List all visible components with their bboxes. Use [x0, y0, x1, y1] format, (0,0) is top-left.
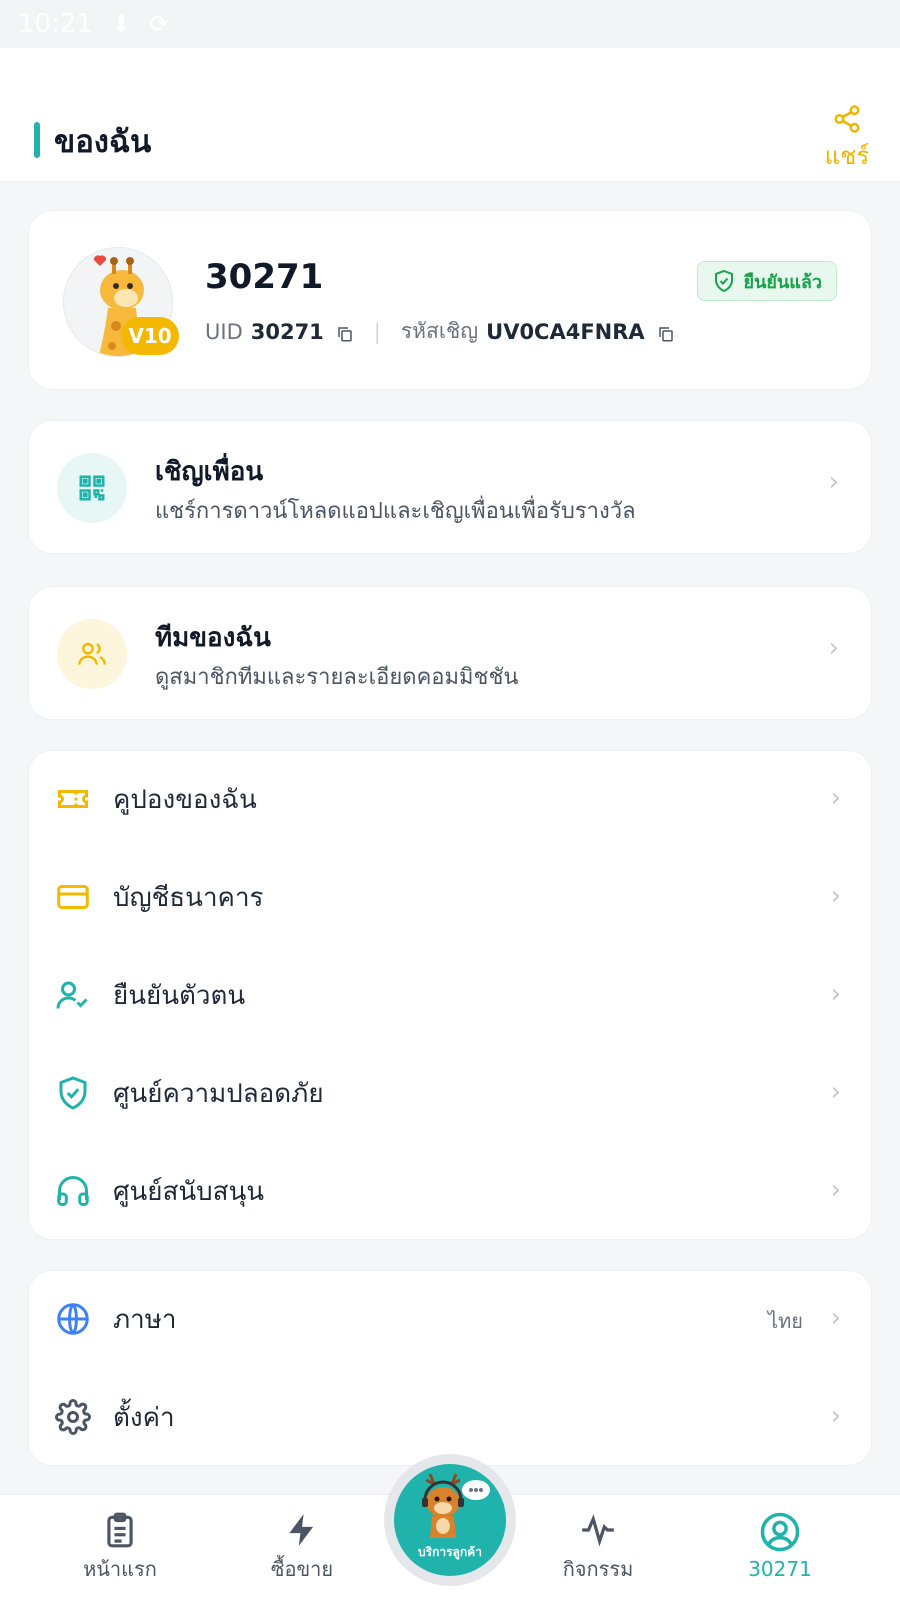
chevron-right-icon: ›: [830, 1077, 841, 1107]
invite-friends-card[interactable]: เชิญเพื่อน แชร์การดาวน์โหลดแอปและเชิญเพื…: [28, 420, 872, 554]
avatar[interactable]: V10: [63, 247, 179, 357]
nav-activity[interactable]: กิจกรรม: [538, 1511, 658, 1585]
verified-label: ยืนยันแล้ว: [743, 271, 822, 293]
invite-friends-subtitle: แชร์การดาวน์โหลดแอปและเชิญเพื่อนเพื่อรับ…: [155, 499, 636, 524]
menu-list: คูปองของฉัน › บัญชีธนาคาร › ยืนยันตัวตน …: [28, 750, 872, 1240]
menu-item-label: ตั้งค่า: [113, 1403, 175, 1433]
menu-item-coupons[interactable]: คูปองของฉัน ›: [29, 751, 873, 849]
uid-value: 30271: [250, 319, 324, 344]
user-check-icon: [56, 981, 88, 1009]
menu-item-bank-account[interactable]: บัญชีธนาคาร ›: [29, 849, 873, 947]
credit-card-icon: [57, 885, 89, 909]
download-icon: ⬇: [110, 10, 132, 38]
chevron-right-icon: ›: [828, 467, 839, 497]
nav-activity-label: กิจกรรม: [562, 1557, 634, 1581]
menu-item-language[interactable]: ภาษา ไทย ›: [29, 1271, 873, 1369]
menu-item-label: ศูนย์สนับสนุน: [113, 1177, 265, 1207]
activity-icon: [582, 1514, 614, 1547]
profile-name: 30271: [205, 257, 324, 297]
uid-label: UID: [205, 319, 243, 344]
customer-service-button[interactable]: บริการลูกค้า: [384, 1454, 516, 1586]
vip-level-badge: V10: [121, 317, 179, 355]
page-title: ของฉัน: [54, 124, 152, 160]
nav-trade[interactable]: ซื้อขาย: [242, 1511, 362, 1585]
nav-home[interactable]: หน้าแรก: [60, 1511, 180, 1585]
qr-code-icon: [57, 453, 127, 523]
menu-item-settings[interactable]: ตั้งค่า ›: [29, 1369, 873, 1467]
menu-item-support-center[interactable]: ศูนย์สนับสนุน ›: [29, 1143, 873, 1241]
nav-home-label: หน้าแรก: [83, 1557, 157, 1581]
nav-profile[interactable]: 30271: [720, 1511, 840, 1581]
status-bar: 10:21 ⬇ ⟳: [0, 0, 900, 48]
lightning-icon: [289, 1514, 314, 1546]
headphones-icon: [57, 1176, 89, 1206]
my-team-title: ทีมของฉัน: [155, 623, 271, 653]
share-icon: [834, 105, 860, 133]
chevron-right-icon: ›: [830, 1401, 841, 1431]
globe-icon: [57, 1303, 89, 1335]
my-team-subtitle: ดูสมาชิกทีมและรายละเอียดคอมมิชชัน: [155, 665, 519, 690]
ticket-icon: [58, 790, 88, 808]
language-value: ไทย: [768, 1309, 803, 1333]
invite-friends-title: เชิญเพื่อน: [155, 457, 264, 487]
settings-list: ภาษา ไทย › ตั้งค่า ›: [28, 1270, 872, 1466]
menu-item-label: ภาษา: [113, 1305, 177, 1335]
chevron-right-icon: ›: [830, 1175, 841, 1205]
page-header: ของฉัน แชร์: [0, 48, 900, 182]
title-accent-bar: [34, 122, 40, 158]
shield-check-icon: [59, 1076, 87, 1110]
my-team-card[interactable]: ทีมของฉัน ดูสมาชิกทีมและรายละเอียดคอมมิช…: [28, 586, 872, 720]
menu-item-label: ยืนยันตัวตน: [113, 981, 246, 1011]
share-button[interactable]: แชร์: [824, 104, 870, 175]
copy-uid-icon[interactable]: [336, 325, 354, 343]
chevron-right-icon: ›: [830, 783, 841, 813]
menu-item-label: บัญชีธนาคาร: [113, 883, 264, 913]
chevron-right-icon: ›: [828, 633, 839, 663]
menu-item-label: ศูนย์ความปลอดภัย: [113, 1079, 324, 1109]
chevron-right-icon: ›: [830, 881, 841, 911]
invite-code-label: รหัสเชิญ: [400, 319, 479, 343]
invite-code-value: UV0CA4FNRA: [486, 319, 645, 344]
nav-trade-label: ซื้อขาย: [270, 1557, 334, 1581]
nav-profile-label: 30271: [748, 1557, 812, 1581]
shield-check-icon: [714, 269, 733, 293]
chevron-right-icon: ›: [830, 1303, 841, 1333]
users-icon: [57, 619, 127, 689]
share-label: แชร์: [824, 142, 870, 170]
divider: |: [373, 319, 381, 344]
sync-icon: ⟳: [149, 10, 170, 38]
uid-row: UID 30271 | รหัสเชิญ UV0CA4FNRA: [205, 315, 675, 348]
customer-service-label: บริการลูกค้า: [418, 1545, 482, 1559]
profile-card: V10 30271 UID 30271 | รหัสเชิญ UV0CA4FNR…: [28, 210, 872, 390]
menu-item-security-center[interactable]: ศูนย์ความปลอดภัย ›: [29, 1045, 873, 1143]
customer-service-badge: บริการลูกค้า: [394, 1464, 506, 1576]
gear-icon: [55, 1399, 91, 1435]
user-circle-icon: [760, 1512, 800, 1552]
copy-invite-code-icon[interactable]: [657, 325, 675, 343]
menu-item-label: คูปองของฉัน: [113, 785, 257, 815]
menu-item-identity-verification[interactable]: ยืนยันตัวตน ›: [29, 947, 873, 1045]
verified-badge: ยืนยันแล้ว: [696, 261, 837, 301]
chevron-right-icon: ›: [830, 979, 841, 1009]
clipboard-icon: [107, 1512, 133, 1548]
status-time: 10:21: [18, 9, 93, 39]
